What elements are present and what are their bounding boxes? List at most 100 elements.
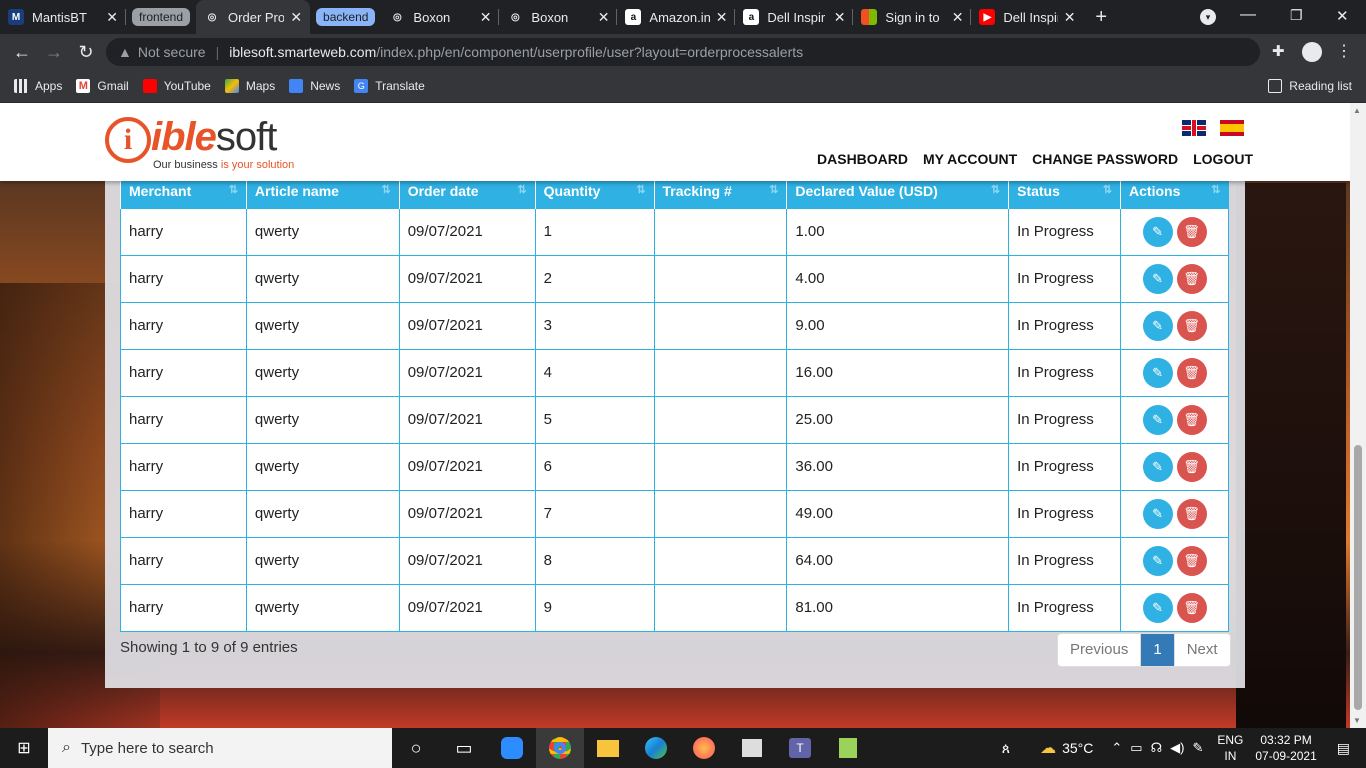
- tab-dell-2[interactable]: ▶ Dell Inspir ✕: [971, 0, 1083, 34]
- teams-icon[interactable]: T: [776, 728, 824, 768]
- edge-icon[interactable]: [632, 728, 680, 768]
- reload-icon[interactable]: ↻: [70, 42, 102, 63]
- delete-icon[interactable]: 🗑: [1176, 216, 1207, 247]
- forward-icon[interactable]: →: [38, 42, 70, 63]
- delete-icon[interactable]: 🗑: [1176, 592, 1207, 623]
- close-icon[interactable]: ✕: [834, 9, 846, 26]
- delete-icon[interactable]: 🗑: [1176, 404, 1207, 435]
- tab-sign-in[interactable]: Sign in to ✕: [853, 0, 972, 34]
- tab-group-backend[interactable]: backend: [316, 8, 376, 26]
- scroll-down-icon[interactable]: ▼: [1353, 716, 1361, 725]
- cell-status: In Progress: [1008, 207, 1122, 256]
- delete-icon[interactable]: 🗑: [1176, 545, 1207, 576]
- tab-mantisbt[interactable]: M MantisBT ✕: [0, 0, 126, 34]
- extensions-icon[interactable]: ✚: [1272, 42, 1285, 60]
- people-icon[interactable]: ጰ: [1002, 740, 1010, 757]
- bookmark-apps[interactable]: Apps: [14, 79, 62, 93]
- menu-logout[interactable]: LOGOUT: [1193, 151, 1253, 167]
- menu-dots-icon[interactable]: ⋮: [1336, 41, 1352, 61]
- cell-tracking: [653, 254, 788, 303]
- bookmark-news[interactable]: News: [289, 79, 340, 93]
- bookmark-maps[interactable]: Maps: [224, 79, 275, 93]
- task-view-icon[interactable]: ▭: [440, 728, 488, 768]
- tab-search-icon[interactable]: ▾: [1200, 9, 1216, 25]
- menu-change-password[interactable]: CHANGE PASSWORD: [1032, 151, 1178, 167]
- edit-icon[interactable]: ✎: [1142, 545, 1173, 576]
- bookmark-youtube[interactable]: YouTube: [142, 79, 211, 93]
- delete-icon[interactable]: 🗑: [1176, 451, 1207, 482]
- taskbar-search[interactable]: ⌕ Type here to search: [48, 728, 392, 768]
- cell-tracking: [653, 301, 788, 350]
- globe-icon: ◎: [207, 11, 217, 23]
- weather-temp[interactable]: 35°C: [1062, 740, 1093, 756]
- edit-icon[interactable]: ✎: [1142, 451, 1173, 482]
- spain-flag-icon[interactable]: [1220, 120, 1244, 136]
- edit-icon[interactable]: ✎: [1142, 310, 1173, 341]
- close-icon[interactable]: ✕: [716, 9, 728, 26]
- cell-declared-value: 9.00: [786, 301, 1010, 350]
- clock[interactable]: 03:32 PM 07-09-2021: [1255, 732, 1316, 764]
- menu-dashboard[interactable]: DASHBOARD: [817, 151, 908, 167]
- page-scrollbar[interactable]: ▲ ▼: [1350, 103, 1366, 728]
- edit-icon[interactable]: ✎: [1142, 404, 1173, 435]
- delete-icon[interactable]: 🗑: [1176, 310, 1207, 341]
- delete-icon[interactable]: 🗑: [1176, 498, 1207, 529]
- cell-actions: ✎ 🗑: [1120, 583, 1229, 632]
- restore-icon[interactable]: ❐: [1290, 7, 1303, 24]
- tab-group-frontend[interactable]: frontend: [132, 8, 191, 26]
- pen-icon[interactable]: ✎: [1192, 740, 1203, 756]
- close-icon[interactable]: ✕: [598, 9, 610, 26]
- menu-my-account[interactable]: MY ACCOUNT: [923, 151, 1017, 167]
- tab-boxon-2[interactable]: ◎ Boxon ✕: [499, 0, 618, 34]
- notification-icon[interactable]: ▤: [1337, 740, 1350, 757]
- scroll-up-icon[interactable]: ▲: [1353, 106, 1361, 115]
- delete-icon[interactable]: 🗑: [1176, 263, 1207, 294]
- network-icon[interactable]: ▭: [1130, 740, 1142, 756]
- apps-grid-icon: [14, 79, 28, 93]
- wifi-icon[interactable]: ☊: [1151, 740, 1163, 756]
- store-icon[interactable]: [728, 728, 776, 768]
- volume-icon[interactable]: ◀): [1170, 740, 1184, 756]
- edit-icon[interactable]: ✎: [1142, 357, 1173, 388]
- bookmark-gmail[interactable]: M Gmail: [76, 79, 129, 93]
- weather-icon[interactable]: ☁: [1040, 738, 1056, 758]
- close-icon[interactable]: ✕: [1064, 9, 1076, 26]
- close-window-icon[interactable]: ✕: [1336, 7, 1349, 25]
- close-icon[interactable]: ✕: [952, 9, 964, 26]
- language-indicator[interactable]: ENG IN: [1217, 732, 1243, 764]
- edit-icon[interactable]: ✎: [1142, 263, 1173, 294]
- uk-flag-icon[interactable]: [1182, 120, 1206, 136]
- tab-order-proc[interactable]: ◎ Order Proc ✕: [196, 0, 311, 34]
- windows-start-icon[interactable]: ⊞: [0, 728, 48, 768]
- zoom-icon[interactable]: [488, 728, 536, 768]
- warning-icon: ▲: [118, 44, 132, 60]
- scrollbar-thumb[interactable]: [1354, 445, 1362, 710]
- edit-icon[interactable]: ✎: [1142, 592, 1173, 623]
- tray-up-icon[interactable]: ⌃: [1111, 740, 1122, 756]
- profile-avatar[interactable]: [1302, 42, 1322, 62]
- bookmark-translate[interactable]: G Translate: [354, 79, 425, 93]
- firefox-icon[interactable]: [680, 728, 728, 768]
- file-explorer-icon[interactable]: [584, 728, 632, 768]
- edit-icon[interactable]: ✎: [1142, 216, 1173, 247]
- delete-icon[interactable]: 🗑: [1176, 357, 1207, 388]
- edit-icon[interactable]: ✎: [1142, 498, 1173, 529]
- address-bar[interactable]: ▲ Not secure | iblesoft.smarteweb.com /i…: [106, 38, 1260, 66]
- notepad-icon[interactable]: [824, 728, 872, 768]
- chrome-icon[interactable]: [536, 728, 584, 768]
- close-icon[interactable]: ✕: [480, 9, 492, 26]
- next-button[interactable]: Next: [1173, 634, 1230, 666]
- back-icon[interactable]: ←: [6, 42, 38, 63]
- tab-amazon[interactable]: a Amazon.in ✕: [617, 0, 736, 34]
- new-tab-icon[interactable]: +: [1095, 6, 1107, 29]
- tab-dell-1[interactable]: a Dell Inspir ✕: [735, 0, 854, 34]
- close-icon[interactable]: ✕: [106, 9, 118, 26]
- previous-button[interactable]: Previous: [1058, 634, 1141, 666]
- site-logo[interactable]: i iblesoft Our business is your solution: [105, 115, 305, 175]
- cortana-icon[interactable]: ○: [392, 728, 440, 768]
- reading-list[interactable]: Reading list: [1268, 79, 1352, 93]
- tab-boxon-1[interactable]: ◎ Boxon ✕: [381, 0, 500, 34]
- minimize-icon[interactable]: —: [1240, 6, 1256, 24]
- page-1-button[interactable]: 1: [1140, 634, 1174, 666]
- close-icon[interactable]: ✕: [290, 9, 302, 26]
